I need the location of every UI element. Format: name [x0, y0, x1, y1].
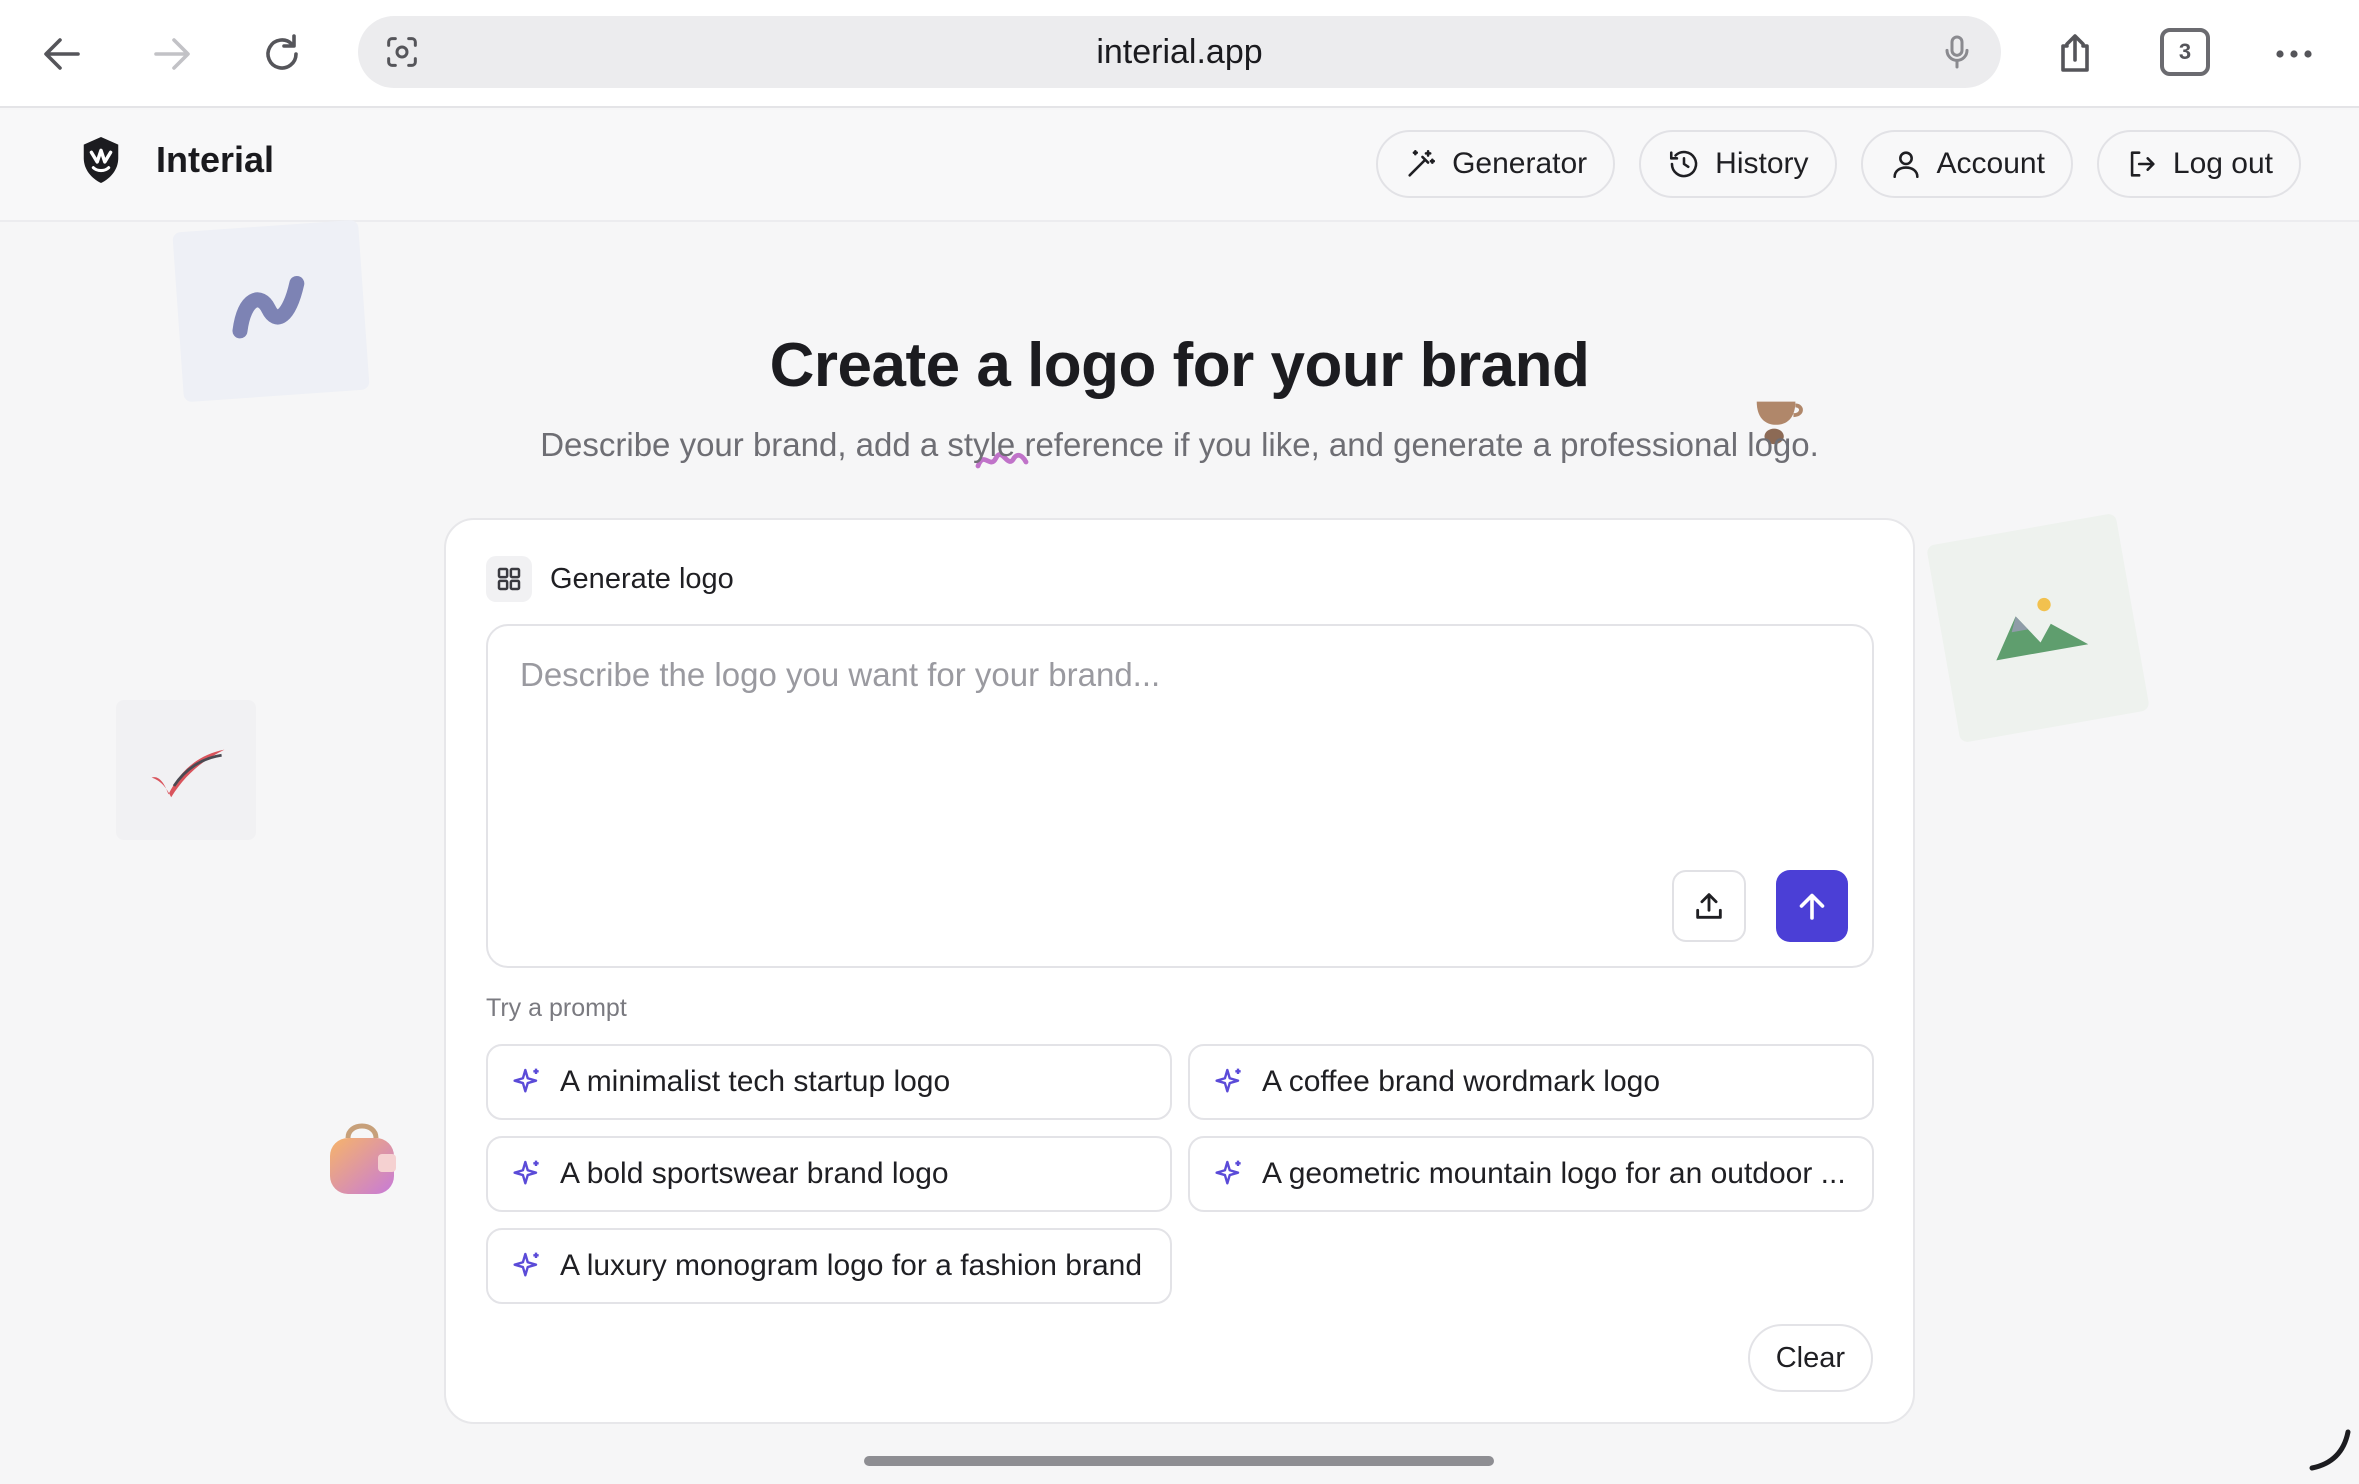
- try-prompt-label: Try a prompt: [486, 994, 627, 1022]
- decorative-mountain-logo-card: [1926, 512, 2150, 744]
- suggestion-chip[interactable]: A minimalist tech startup logo: [486, 1044, 1172, 1120]
- generate-logo-card: Generate logo Describe the logo you want…: [444, 518, 1915, 1424]
- history-icon: [1670, 150, 1698, 178]
- shopping-bag-icon: [330, 1123, 396, 1194]
- suggestion-chip[interactable]: A coffee brand wordmark logo: [1188, 1044, 1874, 1120]
- microphone-icon[interactable]: [1933, 28, 1981, 76]
- decorative-check-logo-card: [116, 700, 256, 840]
- suggestion-text: A bold sportswear brand logo: [560, 1157, 949, 1190]
- browser-toolbar: interial.app 3: [0, 0, 2359, 108]
- horizontal-scrollbar[interactable]: [864, 1456, 1494, 1466]
- screen-capture-icon[interactable]: [378, 28, 426, 76]
- user-icon: [1892, 151, 1919, 179]
- suggestion-text: A luxury monogram logo for a fashion bra…: [560, 1249, 1142, 1282]
- history-button[interactable]: History: [1639, 130, 1837, 198]
- decorative-corner-stroke: [2304, 1424, 2354, 1474]
- sparkle-icon: [1215, 1068, 1241, 1093]
- generator-label: Generator: [1452, 147, 1588, 180]
- clear-button[interactable]: Clear: [1747, 1324, 1873, 1392]
- address-bar[interactable]: interial.app: [358, 16, 2001, 88]
- account-button[interactable]: Account: [1860, 130, 2073, 198]
- app-header: Interial Generator History Account Log o…: [0, 110, 2359, 222]
- url-text: interial.app: [1096, 32, 1263, 71]
- share-icon[interactable]: [2043, 22, 2107, 86]
- sparkle-icon: [513, 1160, 539, 1185]
- page-title: Create a logo for your brand: [769, 331, 1590, 400]
- mountain-logo-icon: [1996, 597, 2089, 661]
- history-label: History: [1715, 147, 1809, 180]
- brand-logo-icon: [83, 137, 119, 183]
- decorative-shopping-bag: [322, 1110, 402, 1200]
- brand-name: Interial: [156, 139, 275, 180]
- suggestion-chip[interactable]: A geometric mountain logo for an outdoor…: [1188, 1136, 1874, 1212]
- logout-button[interactable]: Log out: [2096, 130, 2301, 198]
- main-nav: Generator History Account Log out: [1376, 130, 2301, 198]
- upload-icon: [1696, 893, 1722, 919]
- prompt-placeholder: Describe the logo you want for your bran…: [520, 656, 1161, 693]
- curve-stroke-icon: [2309, 1429, 2351, 1471]
- suggestion-text: A coffee brand wordmark logo: [1262, 1065, 1661, 1098]
- logout-label: Log out: [2172, 147, 2273, 180]
- grid-icon: [486, 556, 532, 602]
- arrow-up-icon: [1799, 893, 1825, 920]
- more-icon[interactable]: [2262, 22, 2326, 86]
- forward-arrow-icon[interactable]: [140, 22, 204, 86]
- suggestion-text: A geometric mountain logo for an outdoor…: [1262, 1157, 1846, 1190]
- sparkle-icon: [1215, 1160, 1241, 1185]
- logout-icon: [2130, 151, 2155, 177]
- logo-prompt-textarea[interactable]: Describe the logo you want for your bran…: [486, 624, 1874, 968]
- suggestion-chip[interactable]: A luxury monogram logo for a fashion bra…: [486, 1228, 1172, 1304]
- generate-submit-button[interactable]: [1776, 870, 1848, 942]
- sparkle-icon: [513, 1252, 539, 1277]
- account-label: Account: [1936, 147, 2045, 180]
- card-title: Generate logo: [550, 562, 734, 595]
- brand[interactable]: Interial: [78, 130, 274, 190]
- suggestion-chip[interactable]: A bold sportswear brand logo: [486, 1136, 1172, 1212]
- suggestion-text: A minimalist tech startup logo: [560, 1065, 951, 1098]
- tabs-icon[interactable]: 3: [2160, 28, 2210, 76]
- upload-reference-button[interactable]: [1672, 870, 1746, 942]
- reload-icon[interactable]: [250, 22, 314, 86]
- magic-wand-icon: [1408, 149, 1436, 177]
- sparkle-icon: [513, 1068, 539, 1093]
- swoosh-check-icon: [151, 749, 225, 798]
- page-subtitle: Describe your brand, add a style referen…: [540, 426, 1819, 463]
- back-arrow-icon[interactable]: [30, 22, 94, 86]
- generator-button[interactable]: Generator: [1376, 130, 1616, 198]
- card-header: Generate logo: [486, 556, 734, 602]
